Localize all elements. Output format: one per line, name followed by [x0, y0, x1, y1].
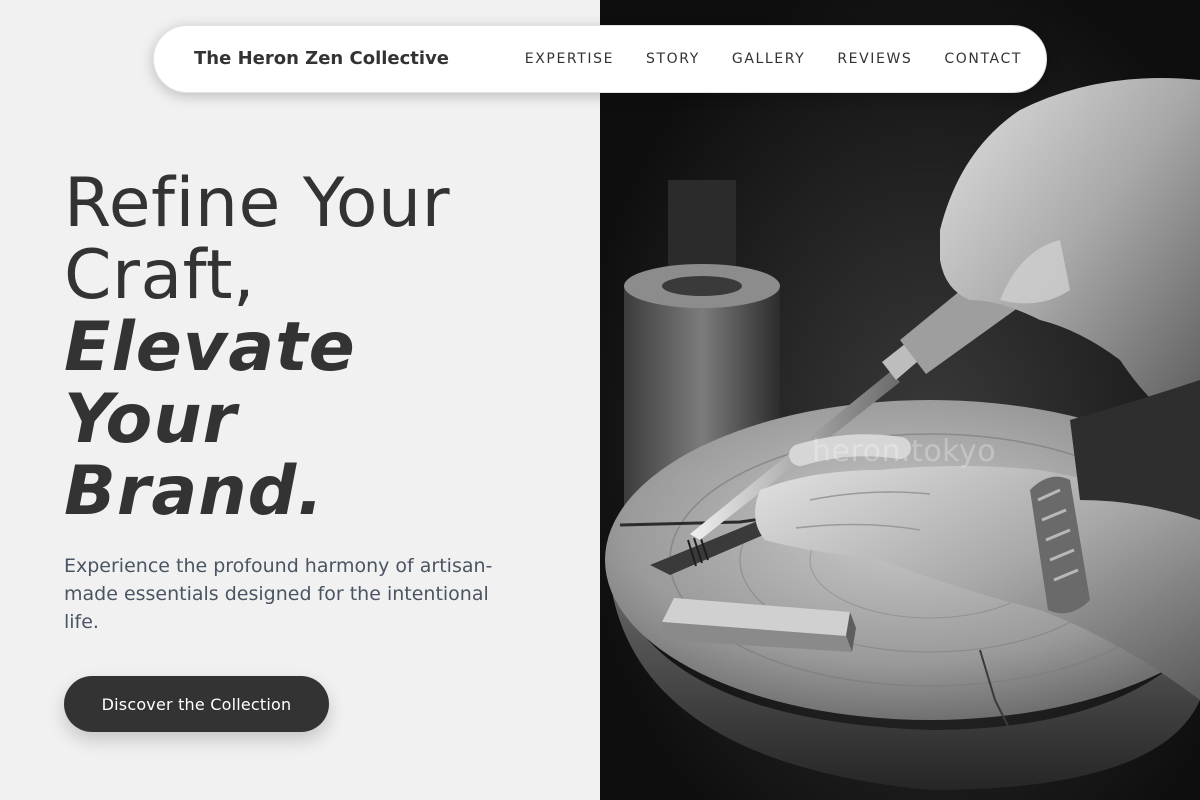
headline-line-2: Craft, [64, 236, 256, 315]
headline-line-1: Refine Your [64, 164, 451, 243]
nav-link-story[interactable]: STORY [646, 51, 700, 67]
hero-subcopy: Experience the profound harmony of artis… [64, 555, 493, 633]
top-nav: The Heron Zen Collective EXPERTISE STORY… [153, 25, 1047, 93]
photo-watermark: heron.tokyo [812, 434, 997, 469]
nav-link-expertise[interactable]: EXPERTISE [525, 51, 614, 67]
hero-photo: heron.tokyo [600, 0, 1200, 800]
headline-emphasis-3: Brand. [64, 452, 325, 531]
woodcarving-photo [600, 0, 1200, 800]
hero-section: Refine Your Craft, Elevate Your Brand. E… [0, 0, 600, 800]
nav-link-contact[interactable]: CONTACT [944, 51, 1022, 67]
discover-collection-button[interactable]: Discover the Collection [64, 676, 329, 732]
nav-link-gallery[interactable]: GALLERY [732, 51, 805, 67]
brand-logo-text[interactable]: The Heron Zen Collective [194, 48, 449, 69]
hero-headline: Refine Your Craft, Elevate Your Brand. [64, 168, 584, 528]
nav-link-reviews[interactable]: REVIEWS [837, 51, 912, 67]
headline-emphasis-1: Elevate [64, 308, 356, 387]
landing-page: Refine Your Craft, Elevate Your Brand. E… [0, 0, 1200, 800]
nav-links: EXPERTISE STORY GALLERY REVIEWS CONTACT [525, 51, 1022, 67]
headline-emphasis-2: Your [64, 380, 238, 459]
